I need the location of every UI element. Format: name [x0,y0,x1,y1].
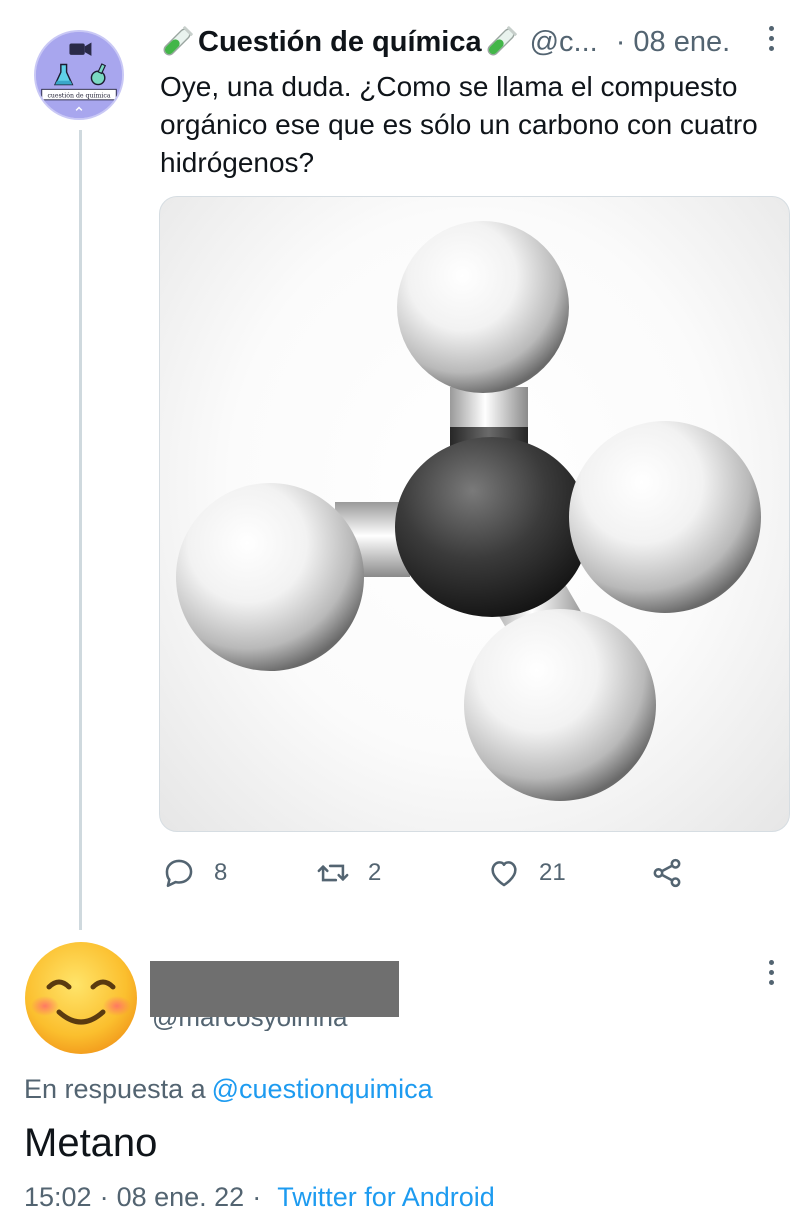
reply-text: Metano [24,1121,158,1165]
reply-author-avatar[interactable] [23,940,139,1056]
chemistry-logo-icon: cuestión de química [36,32,122,118]
tweet-date[interactable]: 08 ene. [633,26,730,59]
reply-count: 8 [214,859,228,886]
replying-to-mention[interactable]: @cuestionquimica [212,1074,433,1104]
tweet-media-image[interactable] [159,196,790,832]
author-handle[interactable]: @c... [530,26,598,59]
smiling-face-emoji-icon [25,942,137,1054]
test-tube-icon [484,25,518,59]
thread-connector-line [79,130,82,930]
replying-to-line: En respuesta a @cuestionquimica [24,1074,433,1105]
heart-icon [491,861,517,887]
reply-icon [165,859,193,888]
more-options-icon[interactable] [767,26,775,51]
meta-separator: · [252,1182,262,1212]
tweet-header: Cuestión de química @c... · 08 ene. [160,22,730,62]
share-button[interactable] [650,852,684,894]
avatar-caption-text: cuestión de química [47,92,110,99]
reply-handle-text: @marcosyolmna [152,1017,398,1031]
share-icon [653,858,681,888]
header-separator: · [615,25,626,58]
methane-molecule-image [176,221,761,801]
reply-more-options-icon[interactable] [767,960,775,985]
author-avatar[interactable]: cuestión de química [34,30,124,120]
reply-author-handle[interactable]: @marcosyolmna [152,1017,398,1031]
retweet-button[interactable]: 2 [316,852,381,894]
reply-meta-line: 15:02 · 08 ene. 22 · Twitter for Android [24,1182,495,1213]
redacted-display-name [150,961,399,1017]
retweet-count: 2 [368,859,382,886]
meta-separator: · [99,1182,109,1212]
retweet-icon [317,864,349,882]
replying-to-label: En respuesta a [24,1074,206,1104]
reply-source-link[interactable]: Twitter for Android [277,1182,495,1212]
author-display-name[interactable]: Cuestión de química [198,26,482,59]
like-count: 21 [539,859,566,886]
like-button[interactable]: 21 [487,852,566,894]
test-tube-icon [160,25,194,59]
tweet-text: Oye, una duda. ¿Como se llama el compues… [160,71,758,178]
reply-button[interactable]: 8 [162,852,227,894]
tweet-actions-bar: 8 2 21 [160,852,700,894]
reply-date: 08 ene. 22 [116,1182,245,1212]
reply-time: 15:02 [24,1182,92,1212]
